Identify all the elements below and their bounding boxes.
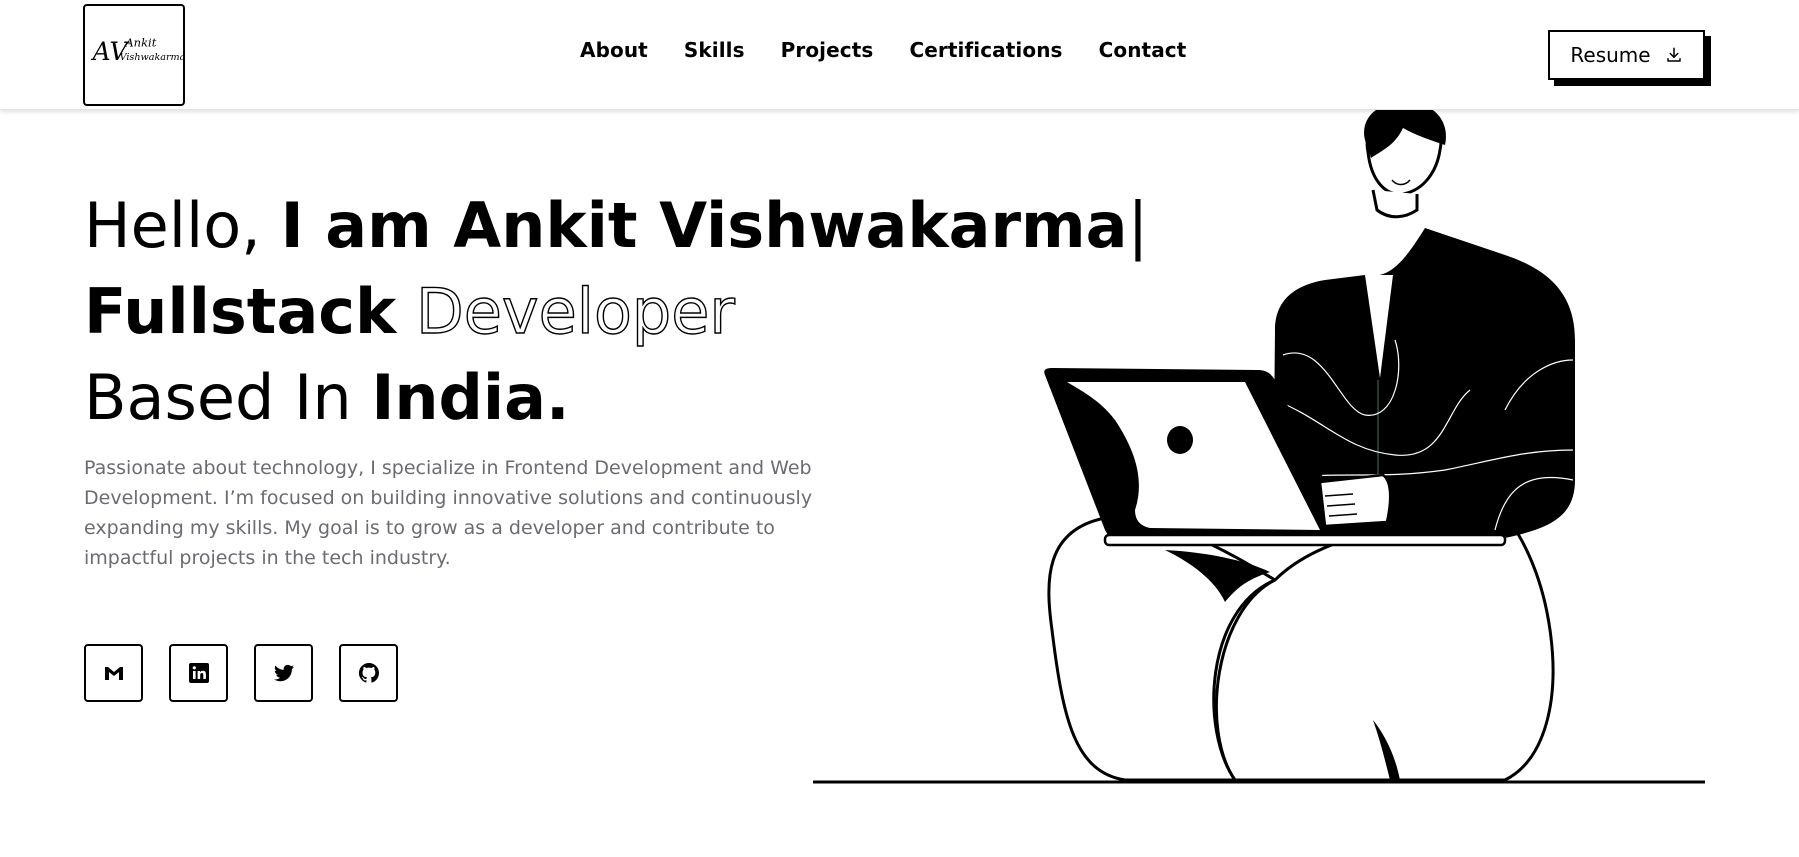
- laptop-base: [1103, 533, 1507, 547]
- logo[interactable]: AV Ankit Vishwakarma: [83, 4, 185, 106]
- hero-country: India.: [371, 361, 570, 434]
- linkedin-icon: [188, 663, 209, 683]
- github-icon: [358, 662, 379, 683]
- resume-button[interactable]: Resume: [1548, 30, 1705, 80]
- hand: [1318, 473, 1392, 528]
- laptop-logo: [1167, 426, 1193, 454]
- nav-skills[interactable]: Skills: [684, 38, 745, 62]
- logo-first-name: Ankit: [124, 35, 156, 49]
- download-icon: [1666, 47, 1681, 62]
- resume-button-wrap: Resume: [1548, 30, 1711, 86]
- nav-about[interactable]: About: [580, 38, 648, 62]
- logo-signature-icon: AV Ankit Vishwakarma: [91, 35, 183, 65]
- gmail-icon: [104, 667, 123, 680]
- developer-with-laptop-illustration: [813, 110, 1705, 784]
- hero-illustration: [805, 110, 1725, 810]
- resume-label: Resume: [1570, 43, 1651, 67]
- linkedin-link[interactable]: [169, 644, 228, 702]
- hero-role-outline: Developer: [415, 275, 735, 348]
- social-links: [84, 644, 398, 702]
- hero-greeting: Hello,: [84, 189, 261, 262]
- nav-contact[interactable]: Contact: [1099, 38, 1187, 62]
- hero-role-bold: Fullstack: [84, 275, 397, 348]
- twitter-icon: [273, 664, 294, 682]
- twitter-link[interactable]: [254, 644, 313, 702]
- logo-last-name: Vishwakarma: [120, 52, 183, 63]
- main-nav: About Skills Projects Certifications Con…: [580, 38, 1186, 62]
- hero-based-in: Based In: [84, 361, 352, 434]
- nav-certifications[interactable]: Certifications: [909, 38, 1062, 62]
- neck: [1371, 189, 1419, 219]
- hero-line-role: Fullstack Developer: [84, 275, 736, 348]
- hero-line-location: Based In India.: [84, 362, 570, 434]
- nav-projects[interactable]: Projects: [781, 38, 874, 62]
- site-header: AV Ankit Vishwakarma About Skills Projec…: [0, 0, 1799, 110]
- gmail-link[interactable]: [84, 644, 143, 702]
- hero-description: Passionate about technology, I specializ…: [84, 457, 813, 569]
- github-link[interactable]: [339, 644, 398, 702]
